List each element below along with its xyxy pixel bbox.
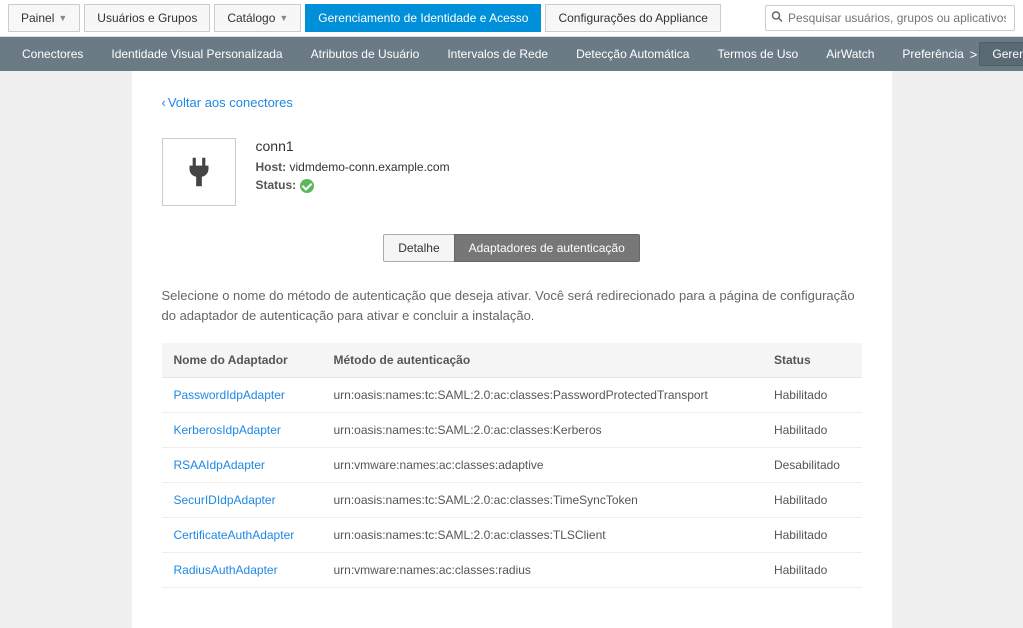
auth-method-cell: urn:vmware:names:ac:classes:adaptive xyxy=(322,448,762,483)
search-icon xyxy=(771,11,783,26)
status-ok-icon xyxy=(300,179,314,193)
search-box xyxy=(765,5,1015,31)
auth-method-cell: urn:oasis:names:tc:SAML:2.0:ac:classes:K… xyxy=(322,413,762,448)
nav-iam-label: Gerenciamento de Identidade e Acesso xyxy=(318,11,528,25)
nav-appliance-label: Configurações do Appliance xyxy=(558,11,707,25)
auth-method-cell: urn:vmware:names:ac:classes:radius xyxy=(322,553,762,588)
table-row: RadiusAuthAdapter urn:vmware:names:ac:cla… xyxy=(162,553,862,588)
status-cell: Habilitado xyxy=(762,553,862,588)
status-cell: Desabilitado xyxy=(762,448,862,483)
adapter-link[interactable]: RadiusAuthAdapter xyxy=(174,563,278,577)
plug-icon xyxy=(180,153,218,191)
nav-users-label: Usuários e Grupos xyxy=(97,11,197,25)
table-row: RSAAIdpAdapter urn:vmware:names:ac:classe… xyxy=(162,448,862,483)
subnav-user-attrs[interactable]: Atributos de Usuário xyxy=(297,39,434,69)
status-row: Status: xyxy=(256,178,450,193)
status-cell: Habilitado xyxy=(762,483,862,518)
header-status: Status xyxy=(762,343,862,378)
manage-button[interactable]: Gerenciar xyxy=(979,42,1023,66)
adapter-link[interactable]: KerberosIdpAdapter xyxy=(174,423,281,437)
table-header-row: Nome do Adaptador Método de autenticação… xyxy=(162,343,862,378)
back-link[interactable]: ‹ Voltar aos conectores xyxy=(162,95,293,110)
table-row: CertificateAuthAdapter urn:oasis:names:tc… xyxy=(162,518,862,553)
table-row: KerberosIdpAdapter urn:oasis:names:tc:SAM… xyxy=(162,413,862,448)
adapter-link[interactable]: SecurIDIdpAdapter xyxy=(174,493,276,507)
subnav-branding[interactable]: Identidade Visual Personalizada xyxy=(97,39,296,69)
nav-panel-label: Painel xyxy=(21,11,54,25)
top-bar: Painel ▼ Usuários e Grupos Catálogo ▼ Ge… xyxy=(0,0,1023,37)
connector-icon xyxy=(162,138,236,206)
nav-catalog-label: Catálogo xyxy=(227,11,275,25)
subnav-airwatch[interactable]: AirWatch xyxy=(812,39,888,69)
subnav-actions: Gerenciar Instalar xyxy=(979,42,1023,66)
auth-method-cell: urn:oasis:names:tc:SAML:2.0:ac:classes:P… xyxy=(322,378,762,413)
tab-detail[interactable]: Detalhe xyxy=(383,234,453,262)
search-input[interactable] xyxy=(765,5,1015,31)
status-cell: Habilitado xyxy=(762,518,862,553)
subnav-net-ranges[interactable]: Intervalos de Rede xyxy=(433,39,562,69)
overflow-indicator: > xyxy=(968,47,980,62)
connector-header: conn1 Host: vidmdemo-conn.example.com St… xyxy=(162,138,862,206)
tab-row: Detalhe Adaptadores de autenticação xyxy=(162,234,862,262)
host-row: Host: vidmdemo-conn.example.com xyxy=(256,160,450,174)
subnav-connectors[interactable]: Conectores xyxy=(8,39,97,69)
auth-method-cell: urn:oasis:names:tc:SAML:2.0:ac:classes:T… xyxy=(322,518,762,553)
content-wrap: ‹ Voltar aos conectores conn1 Host: vidm… xyxy=(0,71,1023,628)
nav-users-groups[interactable]: Usuários e Grupos xyxy=(84,4,210,32)
table-row: PasswordIdpAdapter urn:oasis:names:tc:SAM… xyxy=(162,378,862,413)
nav-catalog[interactable]: Catálogo ▼ xyxy=(214,4,301,32)
status-cell: Habilitado xyxy=(762,378,862,413)
chevron-down-icon: ▼ xyxy=(58,13,67,23)
host-value: vidmdemo-conn.example.com xyxy=(290,160,450,174)
header-auth-method: Método de autenticação xyxy=(322,343,762,378)
chevron-left-icon: ‹ xyxy=(162,95,166,110)
host-label: Host: xyxy=(256,160,287,174)
status-label: Status: xyxy=(256,178,297,192)
sub-nav: Conectores Identidade Visual Personaliza… xyxy=(0,37,1023,71)
subnav-prefs[interactable]: Preferência xyxy=(888,39,967,69)
content-panel: ‹ Voltar aos conectores conn1 Host: vidm… xyxy=(132,71,892,628)
auth-method-cell: urn:oasis:names:tc:SAML:2.0:ac:classes:T… xyxy=(322,483,762,518)
connector-name: conn1 xyxy=(256,138,450,154)
subnav-tos[interactable]: Termos de Uso xyxy=(703,39,812,69)
back-link-label: Voltar aos conectores xyxy=(168,95,293,110)
nav-iam[interactable]: Gerenciamento de Identidade e Acesso xyxy=(305,4,541,32)
connector-info: conn1 Host: vidmdemo-conn.example.com St… xyxy=(256,138,450,206)
header-adapter-name: Nome do Adaptador xyxy=(162,343,322,378)
table-row: SecurIDIdpAdapter urn:oasis:names:tc:SAML… xyxy=(162,483,862,518)
chevron-down-icon: ▼ xyxy=(279,13,288,23)
adapter-link[interactable]: CertificateAuthAdapter xyxy=(174,528,295,542)
instruction-text: Selecione o nome do método de autenticaç… xyxy=(162,286,862,325)
status-cell: Habilitado xyxy=(762,413,862,448)
adapter-link[interactable]: RSAAIdpAdapter xyxy=(174,458,265,472)
tab-auth-adapters[interactable]: Adaptadores de autenticação xyxy=(454,234,640,262)
subnav-auto-detect[interactable]: Detecção Automática xyxy=(562,39,703,69)
adapter-link[interactable]: PasswordIdpAdapter xyxy=(174,388,285,402)
nav-appliance[interactable]: Configurações do Appliance xyxy=(545,4,720,32)
adapter-table: Nome do Adaptador Método de autenticação… xyxy=(162,343,862,588)
nav-panel[interactable]: Painel ▼ xyxy=(8,4,80,32)
